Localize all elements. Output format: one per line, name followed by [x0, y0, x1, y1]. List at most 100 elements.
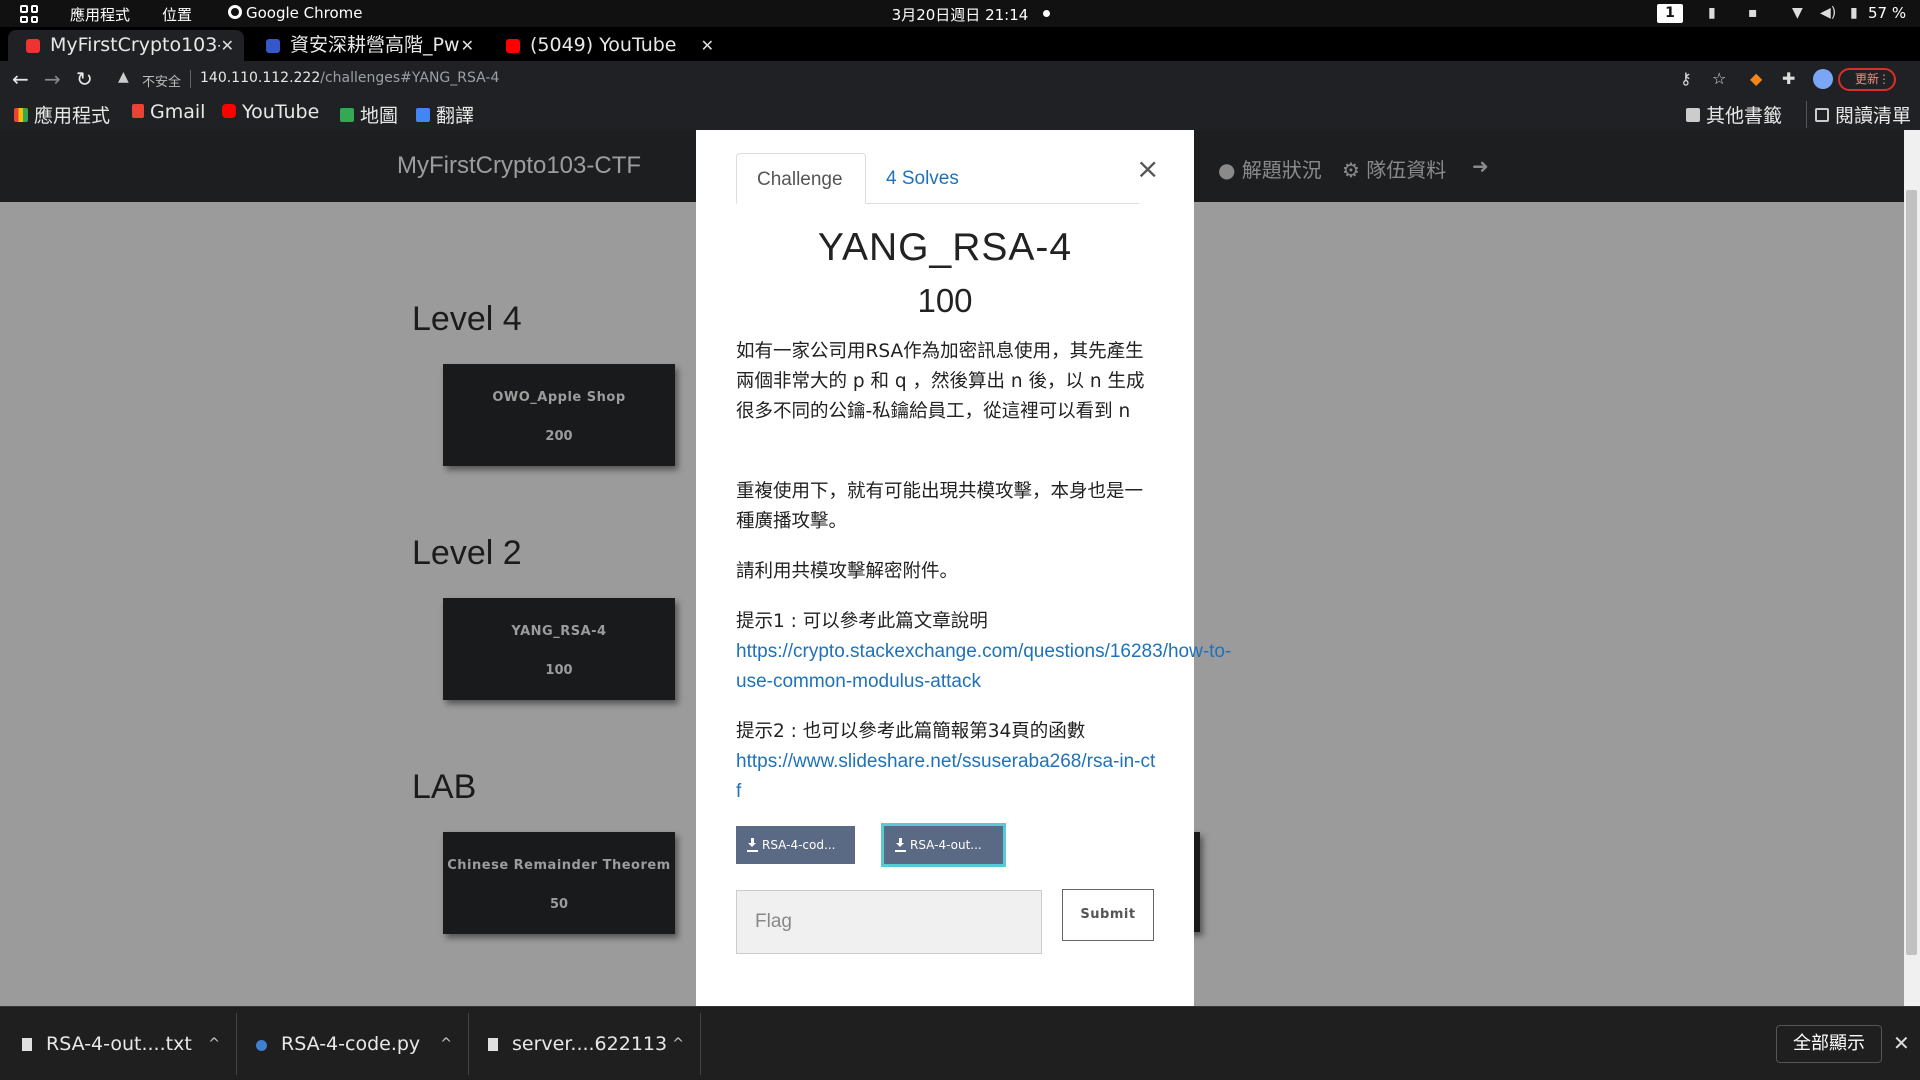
- address-input[interactable]: ▲ 不安全 140.110.112.222/challenges#YANG_RS…: [110, 66, 1668, 93]
- tab-youtube[interactable]: (5049) YouTube ✕: [488, 30, 724, 61]
- bookmark-other-folder[interactable]: 其他書籤: [1686, 101, 1782, 128]
- close-shelf-icon[interactable]: ✕: [1893, 1031, 1910, 1055]
- star-bookmark-icon[interactable]: ☆: [1712, 69, 1726, 88]
- hint-1: 提示1 : 可以參考此篇文章說明 https://crypto.stackexc…: [736, 607, 1236, 697]
- file-label: RSA-4-cod...: [762, 838, 836, 852]
- browser-tab-strip: MyFirstCrypto103-CTF ✕ 資安深耕營高階_Pw ✕ (504…: [0, 27, 1920, 84]
- nav-team[interactable]: ⚙ 隊伍資料: [1342, 154, 1446, 183]
- challenge-name: OWO_Apple Shop: [492, 390, 626, 405]
- description-paragraph: 如有一家公司用RSA作為加密訊息使用，其先產生兩個非常大的 p 和 q ，然後算…: [736, 341, 1145, 422]
- volume-icon[interactable]: ◀): [1820, 5, 1836, 21]
- download-filename: server....622113: [512, 1033, 668, 1055]
- challenge-card[interactable]: OWO_Apple Shop 200: [443, 364, 675, 466]
- file-icon: [488, 1038, 498, 1051]
- challenge-name: YANG_RSA-4: [511, 624, 607, 639]
- bookmark-label: 應用程式: [34, 105, 111, 127]
- os-top-bar: 應用程式 位置 Google Chrome 3月20日週日 21:14 1 ▮ …: [0, 0, 1920, 27]
- bookmark-label: 閱讀清單: [1835, 105, 1912, 127]
- warning-icon[interactable]: ▲: [118, 69, 129, 85]
- maps-pin-icon: [340, 108, 354, 122]
- workspace-indicator[interactable]: 1: [1657, 4, 1683, 23]
- bookmark-maps[interactable]: 地圖: [340, 101, 398, 128]
- modal-close-icon[interactable]: ×: [1136, 152, 1159, 185]
- site-brand[interactable]: MyFirstCrypto103-CTF: [397, 152, 641, 180]
- browser-toolbar: ← → ↻ ▲ 不安全 140.110.112.222/challenges#Y…: [0, 61, 1920, 98]
- flag-placeholder: Flag: [755, 911, 792, 932]
- logout-icon[interactable]: ➜: [1472, 154, 1489, 178]
- folder-icon: [1686, 108, 1700, 122]
- security-label[interactable]: 不安全: [142, 71, 181, 90]
- os-apps-menu[interactable]: 應用程式: [70, 4, 130, 25]
- bookmark-label: 其他書籤: [1706, 105, 1783, 127]
- forward-arrow-icon[interactable]: →: [44, 67, 61, 91]
- metamask-fox-icon[interactable]: ◆: [1750, 69, 1762, 88]
- tab-close-icon[interactable]: ✕: [221, 30, 234, 61]
- download-filename: RSA-4-code.py: [281, 1033, 421, 1055]
- level-heading: Level 2: [412, 534, 522, 572]
- wifi-icon[interactable]: ▼: [1792, 5, 1803, 21]
- bookmark-youtube[interactable]: YouTube: [222, 101, 319, 123]
- tab-mycrypto[interactable]: MyFirstCrypto103-CTF ✕: [8, 30, 244, 61]
- update-label: 更新: [1854, 72, 1879, 86]
- nav-scoreboard[interactable]: ● 解題狀況: [1218, 154, 1322, 183]
- tab-close-icon[interactable]: ✕: [701, 30, 714, 61]
- flag-input[interactable]: Flag: [736, 890, 1042, 954]
- challenge-card[interactable]: Chinese Remainder Theorem 50: [443, 832, 675, 934]
- chevron-up-icon[interactable]: ^: [208, 1007, 220, 1080]
- kebab-menu-icon: ⋮: [1878, 72, 1890, 86]
- chevron-up-icon[interactable]: ^: [440, 1007, 452, 1080]
- battery-icon[interactable]: ▮: [1850, 5, 1858, 21]
- back-arrow-icon[interactable]: ←: [12, 67, 29, 91]
- bookmark-apps[interactable]: 應用程式: [14, 101, 110, 128]
- reload-icon[interactable]: ↻: [76, 67, 93, 91]
- tab-title: (5049) YouTube: [530, 34, 677, 56]
- description-paragraph: 重複使用下，就有可能出現共模攻擊，本身也是一種廣播攻擊。: [736, 481, 1144, 532]
- notification-dot-icon: [1043, 10, 1050, 17]
- shelf-divider: [700, 1013, 701, 1075]
- download-filename: RSA-4-out....txt: [46, 1033, 192, 1055]
- youtube-favicon-icon: [506, 39, 520, 53]
- extensions-puzzle-icon[interactable]: ✚: [1782, 69, 1795, 88]
- omnibox-separator: [190, 70, 191, 88]
- activities-grid-icon[interactable]: [20, 5, 38, 23]
- download-icon: [895, 838, 906, 850]
- profile-avatar-icon[interactable]: [1813, 69, 1833, 89]
- user-circle-icon: ●: [1218, 158, 1236, 182]
- gmail-icon: [132, 104, 144, 118]
- tab-solves[interactable]: 4 Solves: [866, 153, 979, 204]
- download-item[interactable]: RSA-4-code.py ^: [256, 1007, 452, 1080]
- show-all-downloads-button[interactable]: 全部顯示: [1776, 1025, 1882, 1063]
- bookmark-gmail[interactable]: Gmail: [132, 101, 205, 123]
- download-file-button[interactable]: RSA-4-cod...: [736, 826, 855, 864]
- file-icon: [22, 1038, 32, 1051]
- submit-button[interactable]: Submit: [1062, 889, 1154, 941]
- input-method-icon[interactable]: ▮: [1708, 5, 1716, 21]
- download-item[interactable]: RSA-4-out....txt ^: [22, 1007, 220, 1080]
- challenge-card[interactable]: YANG_RSA-4 100: [443, 598, 675, 700]
- chrome-icon: [228, 5, 242, 19]
- os-active-app[interactable]: Google Chrome: [228, 4, 363, 22]
- page-scrollbar-thumb[interactable]: [1906, 190, 1917, 955]
- python-file-icon: [256, 1040, 267, 1051]
- tab-security-camp[interactable]: 資安深耕營高階_Pw ✕: [248, 30, 484, 61]
- bookmark-translate[interactable]: 翻譯: [416, 101, 474, 128]
- os-places-menu[interactable]: 位置: [162, 4, 192, 25]
- key-icon[interactable]: ⚷: [1680, 69, 1692, 88]
- os-clock[interactable]: 3月20日週日 21:14: [892, 4, 1029, 25]
- tab-title: 資安深耕營高階_Pw: [290, 34, 460, 56]
- reading-list[interactable]: 閱讀清單: [1806, 101, 1911, 128]
- bookmarks-bar: 應用程式 Gmail YouTube 地圖 翻譯 其他書籤 閱讀清單: [0, 98, 1920, 130]
- hint-2-link[interactable]: https://www.slideshare.net/ssuseraba268/…: [736, 747, 1156, 807]
- tray-app-icon[interactable]: ▪: [1748, 5, 1758, 21]
- challenge-value: 200: [545, 429, 573, 444]
- tab-title: MyFirstCrypto103-CTF: [50, 34, 220, 56]
- update-button[interactable]: 更新 ⋮: [1838, 68, 1896, 91]
- tab-challenge[interactable]: Challenge: [736, 153, 866, 204]
- challenge-points: 100: [917, 282, 973, 319]
- challenge-title: YANG_RSA-4: [817, 226, 1073, 269]
- chevron-up-icon[interactable]: ^: [672, 1007, 684, 1080]
- hint-1-link[interactable]: https://crypto.stackexchange.com/questio…: [736, 637, 1236, 697]
- tab-close-icon[interactable]: ✕: [461, 30, 474, 61]
- download-item[interactable]: server....622113 ^: [488, 1007, 684, 1080]
- download-file-button[interactable]: RSA-4-out...: [881, 823, 1006, 867]
